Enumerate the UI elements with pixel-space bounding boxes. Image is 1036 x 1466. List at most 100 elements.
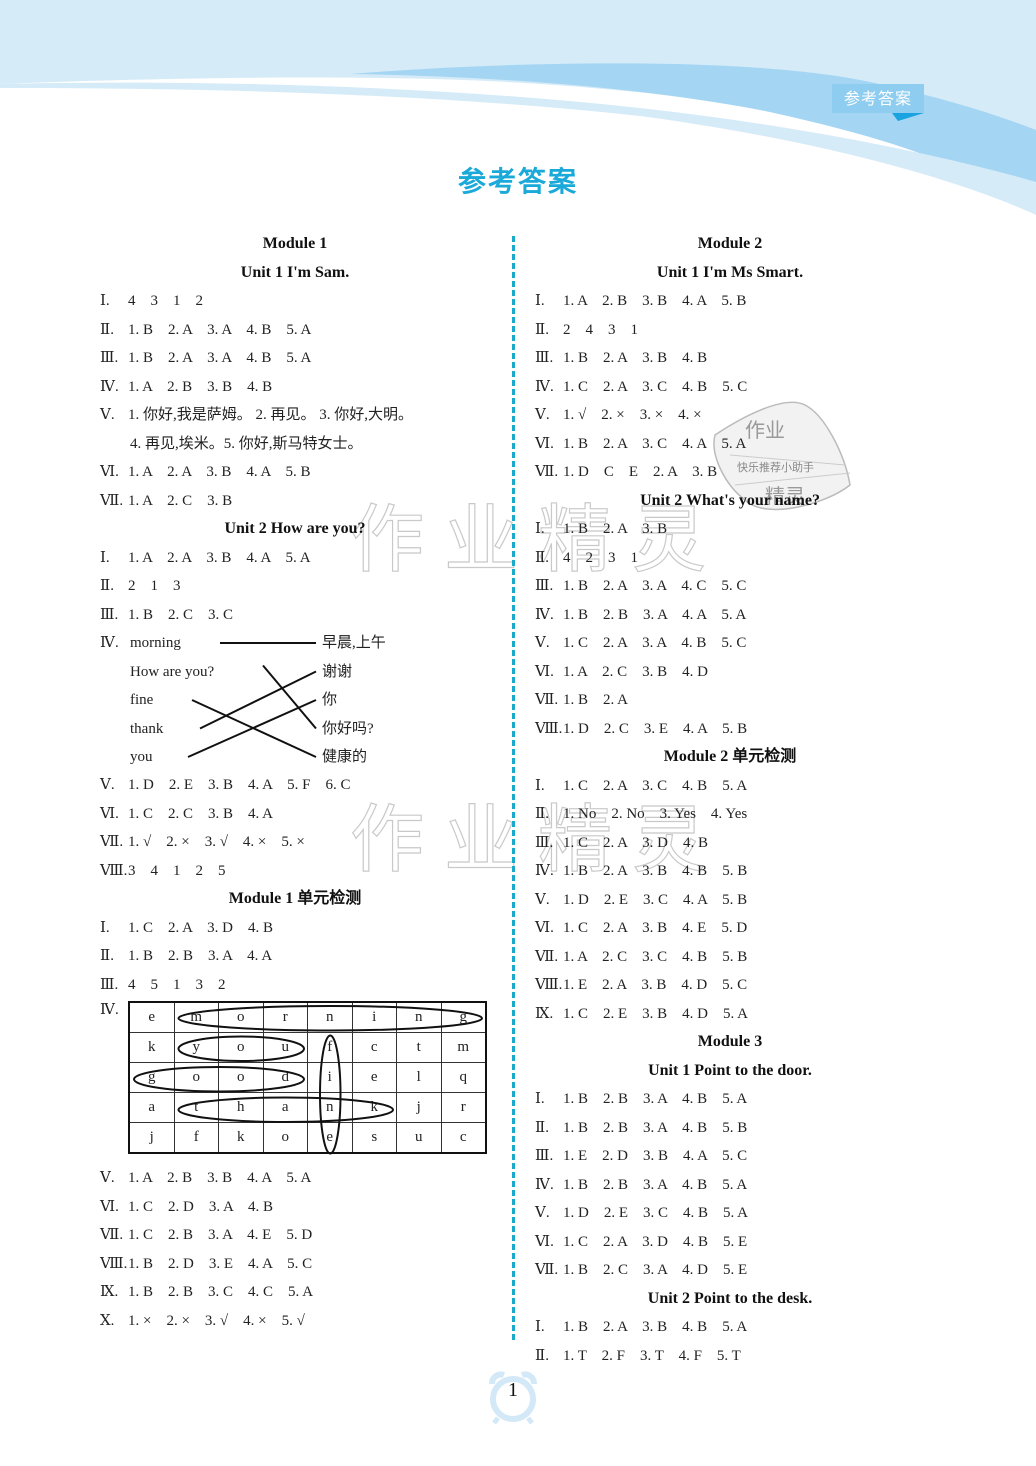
answer-line: Ⅵ. 1. C 2. A 3. D 4. B 5. E: [535, 1228, 935, 1257]
question-number: Ⅰ.: [100, 919, 110, 936]
answer-line: Ⅴ. 1. 你好,我是萨姆。 2. 再见。 3. 你好,大明。: [100, 401, 500, 430]
word-search-exercise: Ⅳ. emorningkyoufctmgoodielqathankjrjfkoe…: [100, 999, 500, 1164]
question-number: Ⅷ.: [100, 862, 128, 879]
match-right-item: 早晨,上午: [322, 635, 386, 651]
m2-unit-2-heading: Unit 2 What's your name?: [640, 491, 820, 509]
grid-cell: s: [351, 1122, 397, 1154]
answer-text: 1. B 2. B 3. C 4. C 5. A: [128, 1284, 314, 1300]
question-number: Ⅴ.: [535, 1205, 550, 1221]
answer-text: 1. √ 2. × 3. √ 4. × 5. ×: [128, 834, 305, 850]
answer-line: Ⅴ. 1. A 2. B 3. B 4. A 5. A: [100, 1164, 500, 1193]
question-number: Ⅵ.: [100, 1198, 119, 1215]
question-number: Ⅱ.: [535, 549, 549, 566]
answer-line: Ⅵ. 1. A 2. C 3. B 4. D: [535, 658, 935, 687]
answer-line: Ⅳ. 1. C 2. A 3. C 4. B 5. C: [535, 373, 935, 402]
answer-line: Ⅸ. 1. B 2. B 3. C 4. C 5. A: [100, 1278, 500, 1307]
answer-text: 1. B 2. A 3. B 4. B 5. A: [563, 1319, 748, 1335]
question-number: Ⅰ.: [535, 1091, 545, 1107]
answer-line: Ⅱ. 4 2 3 1: [535, 544, 935, 573]
answer-text: 1. A 2. C 3. C 4. B 5. B: [563, 948, 748, 965]
answer-text: 1. B 2. B 3. A 4. B 5. B: [563, 1119, 748, 1136]
word-search-grid: emorningkyoufctmgoodielqathankjrjfkoesuc: [128, 1001, 487, 1154]
m3-unit-2-answers: Ⅰ. 1. B 2. A 3. B 4. B 5. A Ⅱ. 1. T 2. F 3.…: [535, 1313, 935, 1370]
question-number: Ⅴ.: [100, 777, 115, 793]
question-number: Ⅰ.: [100, 549, 110, 566]
answer-line: Ⅶ. 1. B 2. A: [535, 686, 935, 715]
question-number: Ⅴ.: [535, 635, 550, 651]
answer-line: Ⅵ. 1. A 2. A 3. B 4. A 5. B: [100, 458, 500, 487]
question-number: Ⅵ.: [535, 663, 554, 680]
answer-text: 1. D C E 2. A 3. B: [563, 464, 718, 480]
answer-text: 1. C 2. A 3. D 4. B 5. E: [563, 1233, 748, 1250]
question-number: Ⅱ.: [535, 321, 549, 338]
grid-row: goodielq: [128, 1062, 487, 1093]
match-line: [187, 699, 317, 758]
answer-text: 1. C 2. C 3. B 4. A: [128, 805, 274, 822]
m2-unit-1-answers: Ⅰ. 1. A 2. B 3. B 4. A 5. B Ⅱ. 2 4 3 1 Ⅲ. 1. …: [535, 287, 935, 487]
answer-line: Ⅱ. 1. T 2. F 3. T 4. F 5. T: [535, 1342, 935, 1371]
answer-text: 1. B 2. D 3. E 4. A 5. C: [128, 1255, 313, 1272]
question-number: Ⅴ.: [535, 407, 550, 423]
module-3-heading: Module 3: [697, 1033, 763, 1050]
m2-test-answers: Ⅰ. 1. C 2. A 3. C 4. B 5. A Ⅱ. 1. No 2. No …: [535, 772, 935, 1029]
answer-text: 1. B 2. B 3. A 4. B 5. A: [563, 1091, 748, 1107]
answer-text: 1. B 2. A 3. C 4. A 5. A: [563, 435, 747, 452]
question-number: Ⅸ.: [535, 1005, 554, 1022]
answer-text: 1. A 2. C 3. B: [128, 492, 233, 509]
grid-cell: k: [128, 1032, 175, 1063]
answer-text: 1. B 2. C 3. C: [128, 606, 234, 623]
answer-line: Ⅳ. 1. B 2. B 3. A 4. A 5. A: [535, 601, 935, 630]
answer-line: Ⅸ. 1. C 2. E 3. B 4. D 5. A: [535, 1000, 935, 1029]
grid-cell: t: [396, 1032, 442, 1063]
grid-row: jfkoesuc: [128, 1122, 487, 1154]
grid-cell: e: [307, 1122, 353, 1154]
grid-cell: c: [351, 1032, 397, 1063]
answer-line: Ⅰ. 1. A 2. A 3. B 4. A 5. A: [100, 544, 500, 573]
match-right-item: 健康的: [322, 749, 368, 765]
answer-text: 1. C 2. A 3. C 4. B 5. C: [563, 378, 748, 395]
match-right-item: 你好吗?: [322, 720, 374, 737]
question-number: Ⅹ.: [100, 1312, 115, 1329]
answer-line: Ⅴ. 1. √ 2. × 3. × 4. ×: [535, 401, 935, 430]
answer-line: Ⅲ. 1. B 2. A 3. A 4. B 5. A: [100, 344, 500, 373]
grid-cell: i: [307, 1062, 353, 1093]
grid-cell: e: [351, 1062, 397, 1093]
question-number: Ⅲ.: [535, 834, 554, 851]
m1-unit-1-heading: Unit 1 I'm Sam.: [240, 263, 350, 281]
grid-cell: k: [351, 1092, 397, 1123]
grid-cell: r: [262, 1001, 308, 1033]
answer-text: 2 4 3 1: [563, 321, 638, 338]
match-line: [199, 670, 317, 730]
grid-cell: o: [218, 1001, 264, 1033]
grid-row: athankjr: [128, 1092, 487, 1123]
grid-cell: n: [307, 1001, 353, 1033]
answer-line: Ⅵ. 1. C 2. C 3. B 4. A: [100, 800, 500, 829]
question-number: Ⅲ.: [100, 606, 119, 623]
answer-text: 1. E 2. D 3. B 4. A 5. C: [563, 1148, 748, 1164]
answer-line: Ⅲ. 1. B 2. A 3. B 4. B: [535, 344, 935, 373]
grid-cell: j: [396, 1092, 442, 1123]
answer-line: Ⅰ. 1. C 2. A 3. C 4. B 5. A: [535, 772, 935, 801]
grid-cell: f: [173, 1122, 219, 1154]
answer-text: 1. D 2. C 3. E 4. A 5. B: [563, 720, 748, 737]
answer-line: Ⅳ. 1. A 2. B 3. B 4. B: [100, 373, 500, 402]
m3-unit-1-answers: Ⅰ. 1. B 2. B 3. A 4. B 5. A Ⅱ. 1. B 2. B 3.…: [535, 1085, 935, 1285]
question-number: Ⅵ.: [535, 435, 554, 452]
answer-line: Ⅶ. 1. A 2. C 3. C 4. B 5. B: [535, 943, 935, 972]
answer-line: Ⅶ. 1. A 2. C 3. B: [100, 487, 500, 516]
question-number: Ⅶ.: [535, 948, 559, 965]
grid-cell: u: [396, 1122, 442, 1154]
grid-cell: m: [440, 1032, 487, 1063]
page-title: 参考答案: [457, 165, 578, 198]
grid-cell: j: [128, 1122, 175, 1154]
question-number: Ⅱ.: [100, 321, 114, 338]
answer-text: 1. D 2. E 3. C 4. B 5. A: [563, 1205, 749, 1221]
question-number: Ⅷ.: [535, 977, 563, 993]
match-left-item: you: [130, 749, 153, 765]
answer-line: Ⅲ. 4 5 1 3 2: [100, 971, 500, 1000]
grid-cell: l: [396, 1062, 442, 1093]
answer-text: 1. A 2. B 3. B 4. B: [128, 378, 273, 395]
answer-text: 1. B 2. A 3. B 4. B 5. B: [563, 863, 748, 879]
match-left-item: How are you?: [130, 663, 215, 680]
answer-text: 1. No 2. No 3. Yes 4. Yes: [563, 806, 748, 822]
